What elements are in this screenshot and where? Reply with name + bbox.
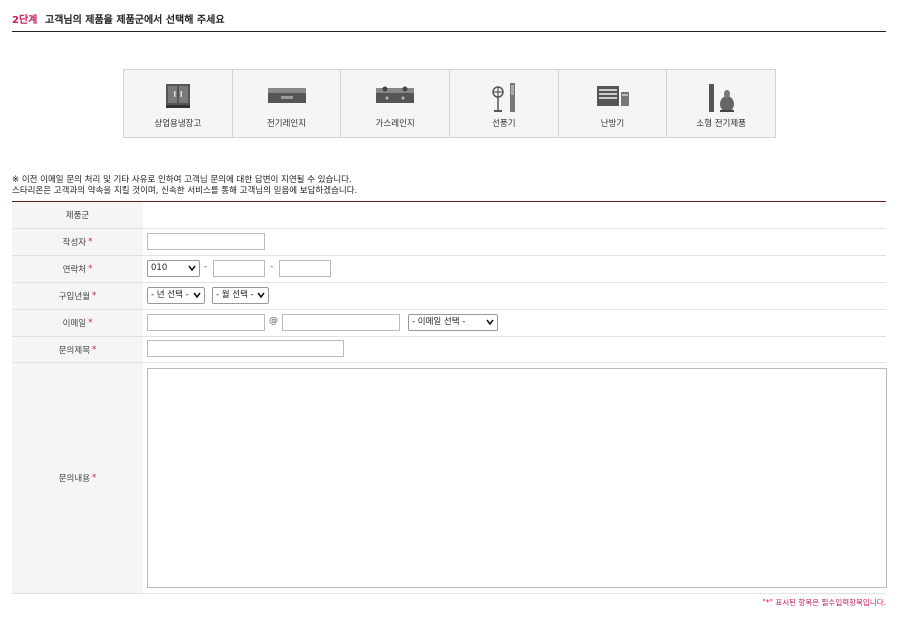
row-author: 작성자 * <box>12 229 886 256</box>
subject-label: 문의제목 * <box>12 337 143 362</box>
purchase-date-label: 구입년월 * <box>12 283 143 309</box>
row-content: 문의내용 * <box>12 363 887 594</box>
fan-icon <box>492 83 515 112</box>
notice-text: ※ 이전 이메일 문의 처리 및 기타 사유로 인하여 고객님 문의에 대한 답… <box>12 175 357 197</box>
chevron-down-icon <box>486 319 494 326</box>
content-label: 문의내용 * <box>12 363 143 593</box>
required-footnote: "*" 표시된 항목은 필수입력항목입니다. <box>762 598 886 607</box>
year-select[interactable]: - 년 선택 - <box>147 287 205 304</box>
heater-icon <box>596 86 629 106</box>
commercial-fridge-icon <box>165 84 190 108</box>
row-product-group: 제품군 <box>12 202 886 229</box>
row-purchase-date: 구입년월 * - 년 선택 - - 월 선택 - <box>12 283 886 310</box>
phone-middle-input[interactable] <box>213 260 265 277</box>
product-group-label: 제품군 <box>12 202 143 228</box>
email-domain-input[interactable] <box>282 314 400 331</box>
phone-separator: - <box>270 262 274 272</box>
content-textarea[interactable] <box>147 368 887 588</box>
category-label: 전기레인지 <box>266 119 307 129</box>
product-category-selector: 상업용냉장고 전기레인지 가스레인지 선풍기 난방기 소형 전기제품 <box>123 69 776 138</box>
phone-separator: - <box>204 262 208 272</box>
category-label: 가스레인지 <box>375 119 415 129</box>
category-label: 상업용냉장고 <box>154 119 202 129</box>
at-sign: @ <box>269 316 278 326</box>
chevron-down-icon <box>193 292 201 299</box>
author-input[interactable] <box>147 233 265 250</box>
category-heater[interactable]: 난방기 <box>559 70 668 137</box>
phone-last-input[interactable] <box>279 260 331 277</box>
contact-label: 연락처 * <box>12 256 143 282</box>
row-email: 이메일 * @ - 이메일 선택 - <box>12 310 886 337</box>
step-header: 2단계 고객님의 제품을 제품군에서 선택해 주세요 <box>12 0 886 32</box>
category-small-appliance[interactable]: 소형 전기제품 <box>667 70 775 137</box>
step-title: 고객님의 제품을 제품군에서 선택해 주세요 <box>45 15 225 26</box>
row-subject: 문의제목 * <box>12 337 886 363</box>
email-label: 이메일 * <box>12 310 143 336</box>
small-appliance-icon <box>709 84 735 112</box>
email-domain-select[interactable]: - 이메일 선택 - <box>408 314 498 331</box>
notice-line-2: 스타리온은 고객과의 약속을 지킬 것이며, 신속한 서비스를 통해 고객님의 … <box>12 186 358 196</box>
electric-range-icon <box>267 88 306 103</box>
row-contact: 연락처 * 010 - - <box>12 256 886 283</box>
step-number: 2단계 <box>12 15 38 26</box>
chevron-down-icon <box>188 265 196 272</box>
notice-line-1: ※ 이전 이메일 문의 처리 및 기타 사유로 인하여 고객님 문의에 대한 답… <box>12 175 352 185</box>
phone-prefix-select[interactable]: 010 <box>147 260 200 277</box>
category-fan[interactable]: 선풍기 <box>450 70 559 137</box>
chevron-down-icon <box>257 292 265 299</box>
subject-input[interactable] <box>147 340 344 357</box>
category-label: 소형 전기제품 <box>696 119 746 129</box>
gas-range-icon <box>376 86 415 103</box>
category-label: 난방기 <box>600 119 625 129</box>
category-electric-range[interactable]: 전기레인지 <box>233 70 342 137</box>
category-gas-range[interactable]: 가스레인지 <box>341 70 451 137</box>
email-id-input[interactable] <box>147 314 265 331</box>
author-label: 작성자 * <box>12 229 143 255</box>
category-commercial-fridge[interactable]: 상업용냉장고 <box>124 70 233 137</box>
category-label: 선풍기 <box>492 119 516 129</box>
month-select[interactable]: - 월 선택 - <box>212 287 269 304</box>
